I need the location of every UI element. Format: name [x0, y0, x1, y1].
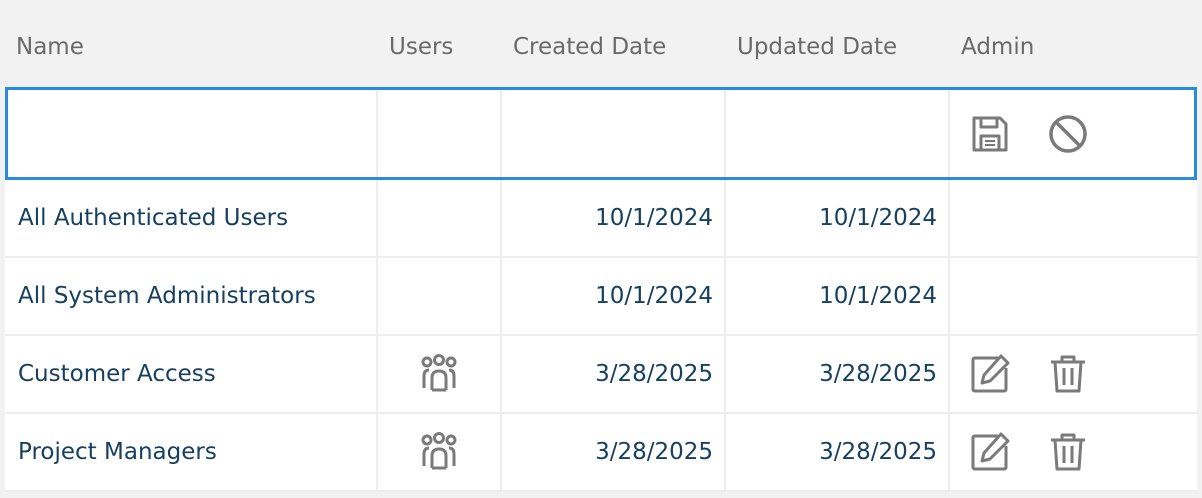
edit-cell-users[interactable] — [378, 90, 502, 177]
groups-grid: Name Users Created Date Updated Date Adm… — [5, 0, 1197, 498]
group-name-text[interactable]: All Authenticated Users — [18, 205, 288, 231]
group-name-text[interactable]: Customer Access — [18, 361, 216, 387]
group-name-text[interactable]: All System Administrators — [18, 283, 316, 309]
group-name-link[interactable]: Customer Access — [5, 336, 378, 412]
updated-date-text: 3/28/2025 — [819, 439, 937, 465]
column-header-users[interactable]: Users — [378, 0, 502, 87]
table-row-3[interactable]: Customer Access 3/28/2025 3/28/2025 — [5, 336, 1197, 414]
users-cell — [378, 336, 502, 412]
delete-icon[interactable] — [1046, 430, 1090, 474]
column-header-updated-date[interactable]: Updated Date — [726, 0, 950, 87]
group-name-link[interactable]: All System Administrators — [5, 258, 378, 334]
admin-actions-cell — [950, 258, 1197, 334]
delete-icon[interactable] — [1046, 352, 1090, 396]
column-header-admin: Admin — [961, 34, 1035, 60]
updated-date-text: 10/1/2024 — [819, 205, 937, 231]
edit-cell-admin — [950, 90, 1194, 177]
updated-date-cell: 3/28/2025 — [726, 414, 950, 490]
created-date-text: 3/28/2025 — [595, 439, 713, 465]
created-date-text: 10/1/2024 — [595, 283, 713, 309]
admin-actions-cell — [950, 414, 1197, 490]
edit-cell-created-date[interactable] — [502, 90, 726, 177]
updated-date-cell: 10/1/2024 — [726, 258, 950, 334]
column-header-name[interactable]: Name — [5, 0, 378, 87]
edit-icon[interactable] — [968, 352, 1012, 396]
created-date-text: 3/28/2025 — [595, 361, 713, 387]
created-date-cell: 10/1/2024 — [502, 180, 726, 256]
users-cell — [378, 258, 502, 334]
group-name-text[interactable]: Project Managers — [18, 439, 217, 465]
created-date-cell: 3/28/2025 — [502, 414, 726, 490]
edit-icon[interactable] — [968, 430, 1012, 474]
group-name-link[interactable]: Project Managers — [5, 414, 378, 490]
table-row-1[interactable]: All Authenticated Users 10/1/2024 10/1/2… — [5, 180, 1197, 258]
cancel-icon[interactable] — [1046, 112, 1090, 156]
created-date-cell: 3/28/2025 — [502, 336, 726, 412]
updated-date-cell: 10/1/2024 — [726, 180, 950, 256]
updated-date-cell: 3/28/2025 — [726, 336, 950, 412]
created-date-cell: 10/1/2024 — [502, 258, 726, 334]
users-icon[interactable] — [417, 430, 461, 474]
new-row-editor — [5, 87, 1197, 180]
save-icon[interactable] — [968, 112, 1012, 156]
edit-cell-updated-date[interactable] — [726, 90, 950, 177]
admin-actions-cell — [950, 336, 1197, 412]
table-row-2[interactable]: All System Administrators 10/1/2024 10/1… — [5, 258, 1197, 336]
grid-footer-strip — [5, 492, 1197, 498]
updated-date-text: 10/1/2024 — [819, 283, 937, 309]
created-date-text: 10/1/2024 — [595, 205, 713, 231]
edit-cell-name[interactable] — [8, 90, 378, 177]
grid-header: Name Users Created Date Updated Date Adm… — [5, 0, 1197, 87]
column-header-created-date[interactable]: Created Date — [502, 0, 726, 87]
users-cell — [378, 414, 502, 490]
group-name-link[interactable]: All Authenticated Users — [5, 180, 378, 256]
updated-date-text: 3/28/2025 — [819, 361, 937, 387]
users-icon[interactable] — [417, 352, 461, 396]
table-row-4[interactable]: Project Managers 3/28/2025 3/28/2025 — [5, 414, 1197, 492]
admin-actions-cell — [950, 180, 1197, 256]
users-cell — [378, 180, 502, 256]
